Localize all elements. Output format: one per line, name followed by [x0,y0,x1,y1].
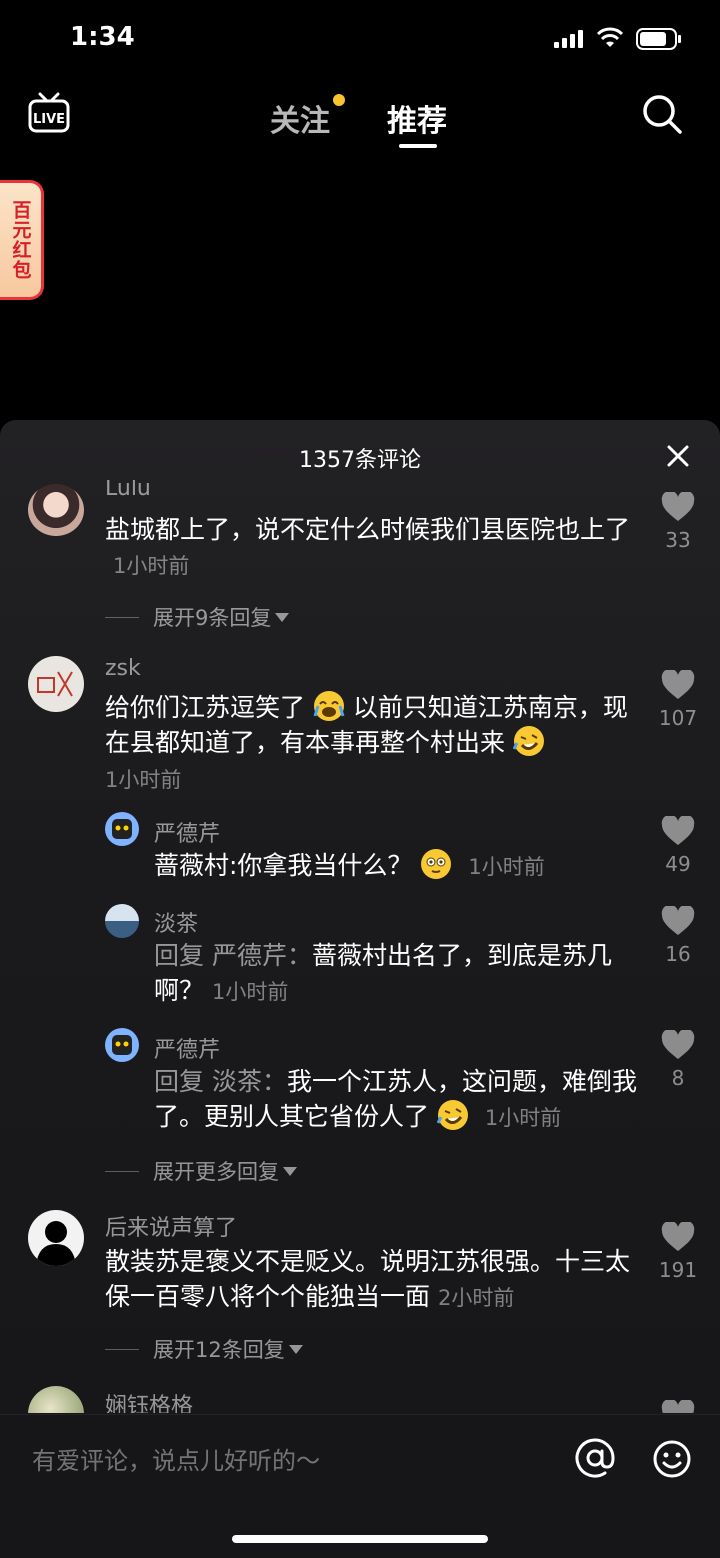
expand-replies-button[interactable]: 展开12条回复 [105,1334,303,1364]
avatar[interactable] [105,1028,139,1062]
like-count: 191 [658,1258,698,1282]
comment-time: 1小时前 [105,768,182,792]
live-icon[interactable]: LIVE [28,90,70,134]
home-indicator[interactable] [232,1535,488,1543]
top-nav: LIVE 关注 推荐 [0,80,720,160]
like-button[interactable]: 107 [648,670,708,730]
avatar[interactable] [105,904,139,938]
chevron-down-icon [283,1166,297,1176]
comment-text: 盐城都上了，说不定什么时候我们县医院也上了1小时前 [105,515,631,578]
wifi-icon [597,27,623,47]
reply-username[interactable]: 严德芹 [154,1032,220,1064]
expand-replies-button[interactable]: 展开9条回复 [105,602,290,632]
heart-icon [661,816,695,845]
search-icon[interactable] [640,92,684,136]
rofl-emoji-icon [512,726,544,756]
reply-text: 回复 严德芹：蔷薇村出名了，到底是苏几啊？ 1小时前 [154,941,612,1005]
follow-notification-dot [333,94,345,106]
comment-list[interactable]: Lulu 盐城都上了，说不定什么时候我们县医院也上了1小时前 33 展开9条回复… [0,480,720,1413]
like-count: 33 [665,528,691,552]
like-count: 49 [665,852,691,876]
comment-username[interactable]: 后来说声算了 [105,1210,237,1242]
comment-input[interactable]: 有爱评论，说点儿好听的～ [32,1441,320,1476]
like-button[interactable]: 191 [648,1222,708,1282]
heart-icon [661,1030,695,1059]
heart-icon [661,906,695,935]
comment-input-bar: 有爱评论，说点儿好听的～ [0,1414,720,1558]
signal-icon [554,30,583,48]
chevron-down-icon [288,1344,303,1354]
red-packet-badge[interactable]: 百元红包 [0,180,44,300]
heart-icon [661,670,695,699]
comment-username[interactable]: Lulu [105,480,151,501]
rofl-emoji-icon [436,1100,468,1130]
status-time: 1:34 [70,22,135,52]
comment-username[interactable]: 娴钰格格 [105,1388,193,1413]
red-packet-label: 百元红包 [9,200,32,280]
expand-replies-button[interactable]: 展开更多回复 [105,1156,297,1186]
comment-count-title: 1357条评论 [299,448,421,473]
tab-follow[interactable]: 关注 [270,96,330,140]
like-button[interactable]: 16 [648,906,708,966]
tab-active-indicator [399,144,437,148]
like-button[interactable]: 8 [648,1030,708,1090]
like-button[interactable]: 49 [648,816,708,876]
avatar[interactable] [28,1210,84,1266]
avatar[interactable] [28,1386,84,1413]
tab-recommend[interactable]: 推荐 [387,96,447,140]
crying-laugh-emoji-icon [313,691,345,721]
reply-time: 1小时前 [212,980,289,1004]
comment-username[interactable]: zsk [105,656,141,681]
comment-time: 2小时前 [438,1286,515,1310]
like-button[interactable]: 33 [648,492,708,552]
comment-panel: 1357条评论 Lulu 盐城都上了，说不定什么时候我们县医院也上了1小时前 3… [0,420,720,1558]
close-icon[interactable] [666,444,690,468]
like-button[interactable] [648,1400,708,1413]
heart-icon [661,1222,695,1251]
like-count: 107 [658,706,698,730]
reply-text: 回复 淡茶：我一个江苏人，这问题，难倒我了。更别人其它省份人了 1小时前 [154,1067,637,1131]
status-bar: 1:34 [0,0,720,80]
reply-username[interactable]: 淡茶 [154,906,198,938]
comment-time: 1小时前 [113,554,190,578]
chevron-down-icon [275,612,290,622]
reply-text: 蔷薇村:你拿我当什么？ 1小时前 [154,848,634,885]
heart-icon [661,1400,695,1413]
reply-time: 1小时前 [468,855,545,879]
reply-time: 1小时前 [484,1106,562,1130]
heart-icon [661,492,695,521]
avatar[interactable] [28,656,84,712]
reply-username[interactable]: 严德芹 [154,816,220,848]
svg-text:LIVE: LIVE [33,112,65,127]
flushed-emoji-icon [421,849,452,879]
at-mention-icon[interactable] [574,1437,616,1479]
avatar[interactable] [28,484,84,536]
comment-text: 散装苏是褒义不是贬义。说明江苏很强。十三太保一百零八将个个能独当一面 2小时前 [105,1247,631,1311]
like-count: 8 [671,1066,685,1090]
emoji-picker-icon[interactable] [652,1439,692,1479]
battery-icon [636,28,681,50]
avatar[interactable] [105,812,139,846]
comment-text: 给你们江苏逗笑了 以前只知道江苏南京，现在县都知道了，有本事再整个村出来 [105,690,635,760]
like-count: 16 [665,942,691,966]
